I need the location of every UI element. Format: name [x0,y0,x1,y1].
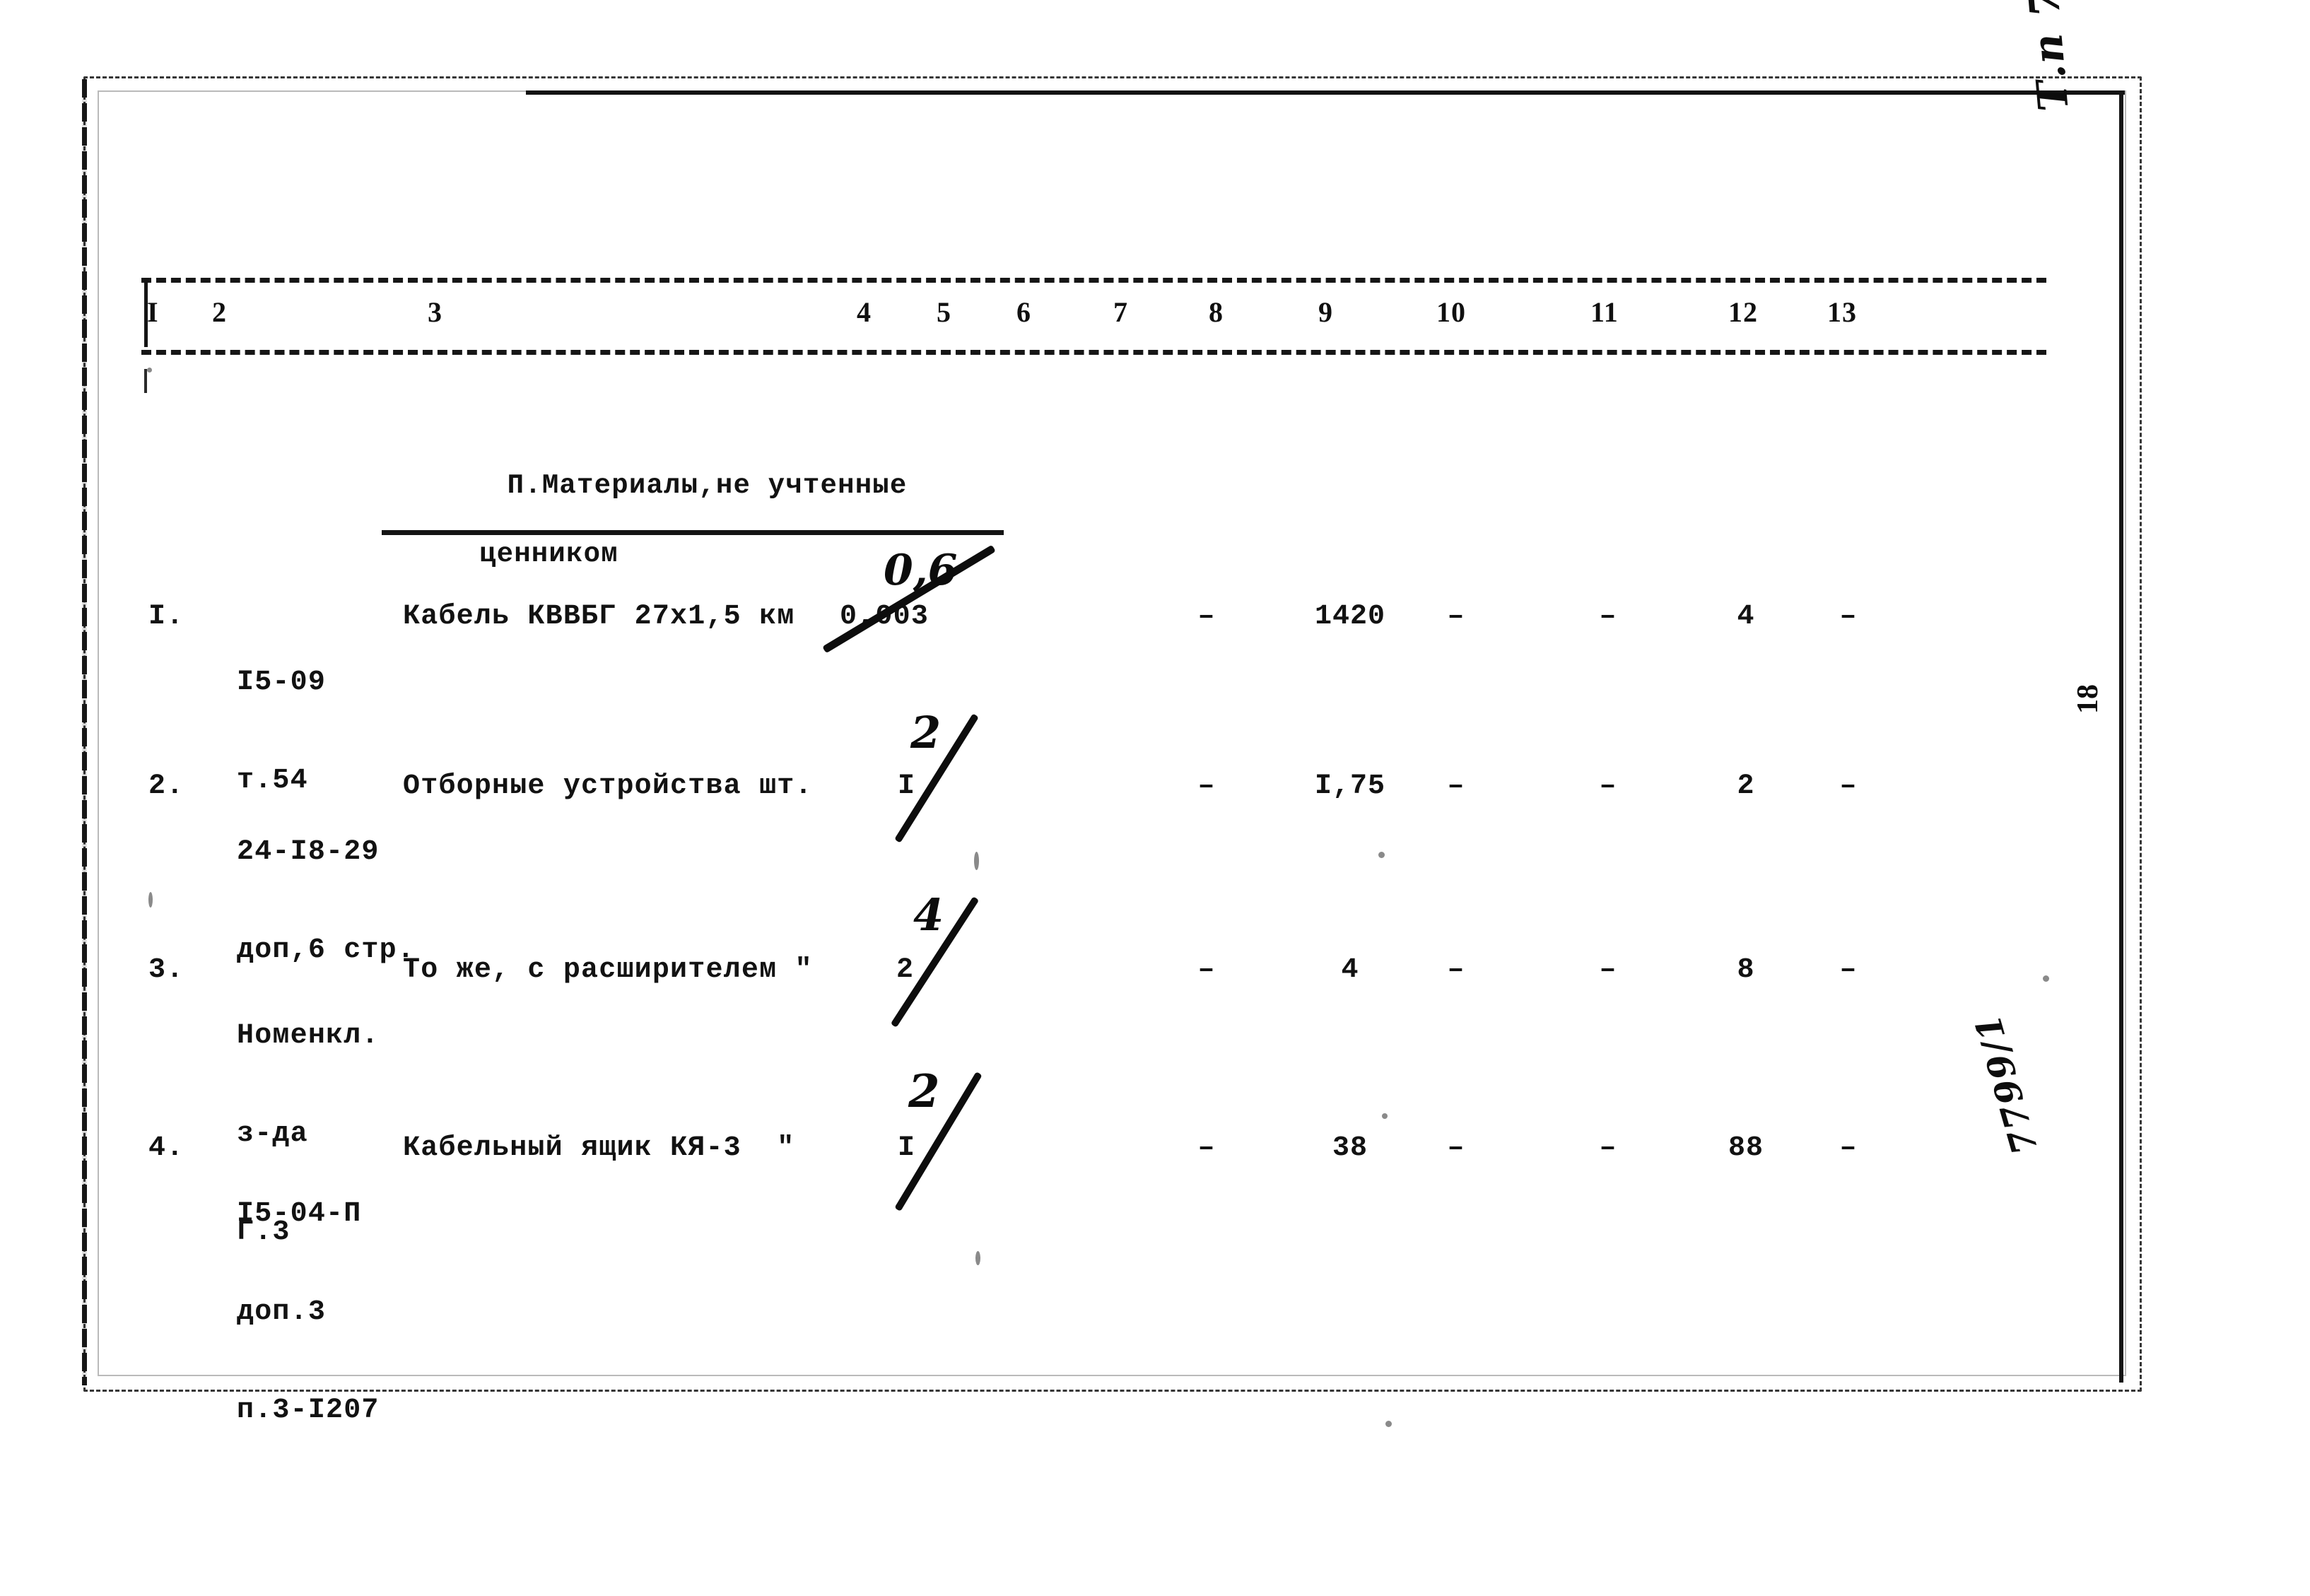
scan-speck [2043,975,2049,982]
row-code: I5-04-П доп.3 п.3-I207 [237,1132,380,1493]
column-number-1: I [147,296,159,328]
scan-speck [148,892,153,908]
scanned-page: I 2 3 4 5 6 7 8 9 10 11 12 13 П.Материал… [0,0,2310,1596]
row-index: 3. [148,954,184,986]
section-heading-line-2: ценником [479,538,618,570]
row-cell-c8: – [1447,954,1465,986]
column-band-rule-bottom [141,350,2046,355]
column-number-3: 3 [428,296,442,328]
row-cell-c7: 4 [1341,954,1359,986]
scan-speck [975,1251,980,1265]
column-band-rule-top [141,278,2046,283]
row-cell-c10: 4 [1737,601,1755,633]
column-number-9: 9 [1318,296,1333,328]
row-cell-c8: – [1447,601,1465,633]
row-index: I. [148,601,184,633]
row-code-line-1: I5-09 [237,666,327,698]
column-number-8: 8 [1209,296,1224,328]
row-cell-c7: 1420 [1314,601,1385,633]
row-code-line-1: 24-I8-29 [237,835,380,868]
row-code-line-3: п.3-I207 [237,1395,380,1427]
row-code-line-1: I5-04-П [237,1197,362,1230]
row-cell-c8: – [1447,1132,1465,1164]
row-index: 2. [148,770,184,802]
section-heading-line-1: П.Материалы,не учтенные [507,470,908,502]
row-printed-quantity: I [898,770,916,802]
scan-speck [1385,1421,1392,1427]
row-cell-c9: – [1599,601,1617,633]
margin-note-page-number: 18 [2072,684,2104,714]
row-cell-c11: – [1839,1132,1858,1164]
row-cell-c10: 8 [1737,954,1755,986]
scan-speck [974,852,979,870]
column-number-7: 7 [1113,296,1128,328]
row-printed-quantity: I [898,1132,916,1164]
row-cell-c8: – [1447,770,1465,802]
column-number-6: 6 [1016,296,1031,328]
document-border-right [2119,90,2123,1383]
document-border-left [82,79,87,1385]
row-cell-c10: 2 [1737,770,1755,802]
scan-speck [1378,852,1385,858]
row-cell-c9: – [1599,770,1617,802]
row-cell-c10: 88 [1728,1132,1764,1164]
row-cell-c7: 38 [1332,1132,1368,1164]
section-heading-underline [382,530,1004,535]
row-description: Кабель КВВБГ 27х1,5 км [403,601,795,633]
row-cell-c11: – [1839,770,1858,802]
row-printed-quantity: 2 [896,954,915,986]
scan-speck [147,368,152,372]
column-number-13: 13 [1827,296,1857,328]
row-cell-c7: I,75 [1314,770,1385,802]
column-number-2: 2 [212,296,227,328]
column-number-11: 11 [1590,296,1619,328]
handwritten-correction: 4 [913,889,944,941]
row-cell-c11: – [1839,954,1858,986]
document-border-top [526,90,2125,95]
handwritten-correction: 2 [910,707,942,758]
row-cell-c6: – [1197,601,1216,633]
row-cell-c6: – [1197,1132,1216,1164]
row-cell-c6: – [1197,770,1216,802]
column-number-12: 12 [1728,296,1758,328]
row-code-line-2: доп.3 [237,1296,327,1328]
scan-speck [1382,1113,1388,1119]
row-cell-c6: – [1197,954,1216,986]
row-code-line-1: Номенкл. [237,1019,380,1052]
row-description: Отборные устройства шт. [403,770,813,802]
handwritten-correction: 2 [908,1065,940,1118]
row-description: Кабельный ящик КЯ-3 " [403,1132,795,1164]
row-description: То же, с расширителем " [403,954,813,986]
column-number-4: 4 [857,296,872,328]
column-number-5: 5 [937,296,951,328]
column-number-10: 10 [1436,296,1466,328]
row-cell-c9: – [1599,954,1617,986]
estimate-table: I 2 3 4 5 6 7 8 9 10 11 12 13 П.Материал… [127,106,2078,1426]
column-band-tick-lower [144,369,147,393]
row-cell-c11: – [1839,601,1858,633]
row-cell-c9: – [1599,1132,1617,1164]
handwritten-correction: 0,6 [884,546,958,595]
row-index: 4. [148,1132,184,1164]
